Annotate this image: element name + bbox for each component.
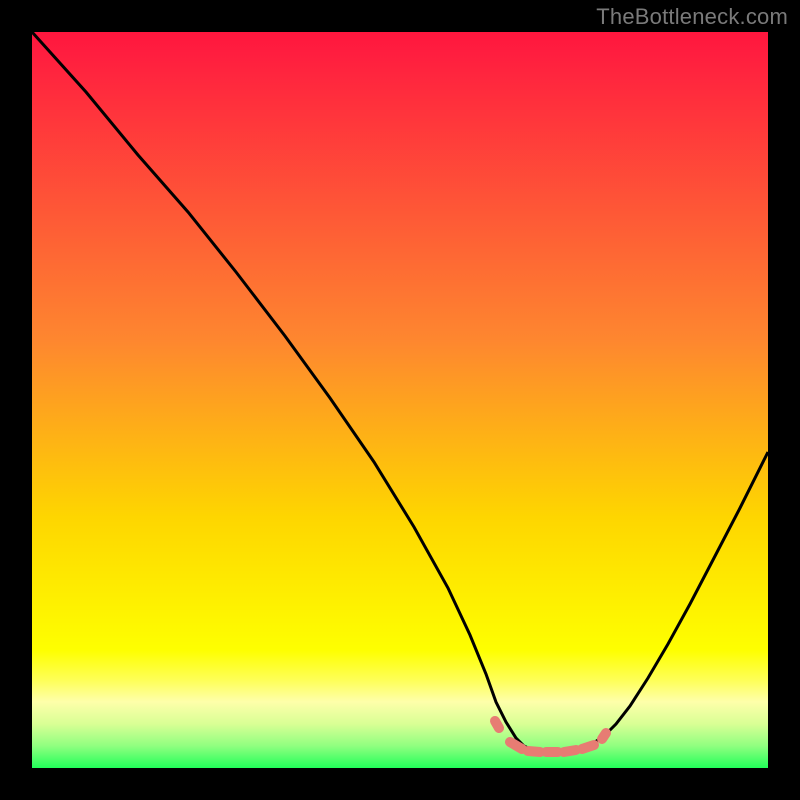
chart-container: TheBottleneck.com — [0, 0, 800, 800]
plot-area — [32, 32, 768, 768]
attribution-text: TheBottleneck.com — [596, 4, 788, 30]
bottleneck-chart — [0, 0, 800, 800]
